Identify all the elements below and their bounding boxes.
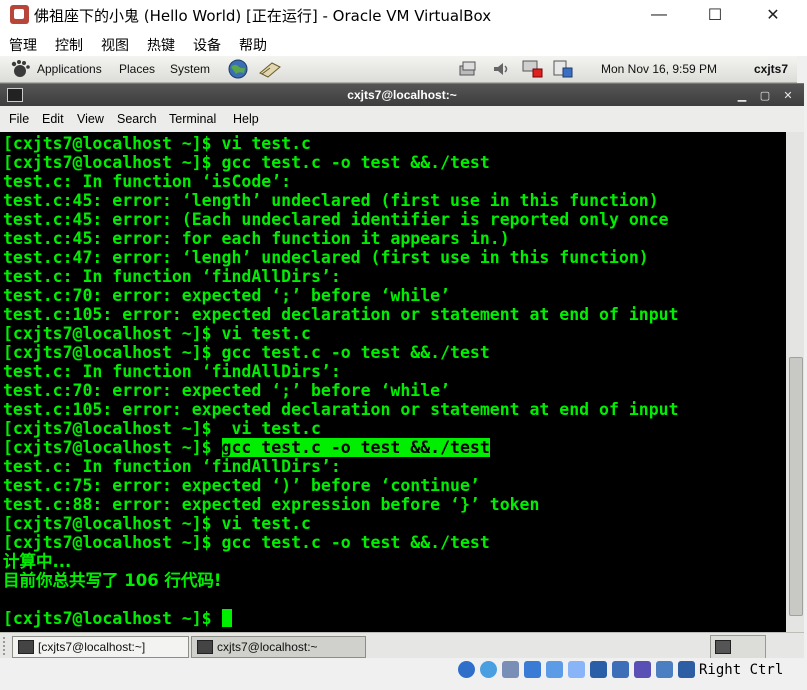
panel-applications[interactable]: Applications xyxy=(37,62,102,76)
terminal-output[interactable]: [cxjts7@localhost ~]$ vi test.c [cxjts7@… xyxy=(0,132,786,632)
terminal-icon xyxy=(18,640,34,654)
terminal-line: test.c:88: error: expected expression be… xyxy=(3,495,540,514)
update-notifier-icon[interactable] xyxy=(551,59,575,79)
terminal-menu-view[interactable]: View xyxy=(77,112,104,126)
terminal-title: cxjts7@localhost:~ xyxy=(347,88,457,102)
terminal-menu-bar: File Edit View Search Terminal Help xyxy=(0,106,804,133)
terminal-close-button[interactable]: ✕ xyxy=(781,88,795,102)
selected-command[interactable]: gcc test.c -o test &&./test xyxy=(221,438,490,457)
terminal-line: [cxjts7@localhost ~]$ vi test.c xyxy=(3,514,311,533)
terminal-menu-search[interactable]: Search xyxy=(117,112,157,126)
terminal-cursor xyxy=(222,609,232,627)
menu-manage[interactable]: 管理 xyxy=(9,35,37,55)
terminal-line: [cxjts7@localhost ~]$ gcc test.c -o test… xyxy=(3,153,490,172)
virtualbox-logo-icon xyxy=(10,5,29,24)
terminal-line: test.c: In function ‘isCode’: xyxy=(3,172,292,191)
panel-places[interactable]: Places xyxy=(119,62,155,76)
terminal-line: test.c:75: error: expected ‘)’ before ‘c… xyxy=(3,476,480,495)
terminal-line: [cxjts7@localhost ~]$ vi test.c xyxy=(3,134,311,153)
terminal-line: test.c:45: error: (Each undeclared ident… xyxy=(3,210,669,229)
taskbar-task-label: cxjts7@localhost:~ xyxy=(217,640,318,654)
host-key-label: Right Ctrl xyxy=(699,662,784,678)
terminal-line-highlighted: [cxjts7@localhost ~]$ gcc test.c -o test… xyxy=(3,438,490,457)
network-icon[interactable] xyxy=(458,60,480,78)
taskbar-task-2[interactable]: cxjts7@localhost:~ xyxy=(191,636,366,658)
browser-globe-icon[interactable] xyxy=(227,58,249,80)
mouse-integration-icon[interactable] xyxy=(656,661,673,678)
terminal-line: test.c:105: error: expected declaration … xyxy=(3,400,679,419)
terminal-line: 目前你总共写了 106 行代码! xyxy=(3,571,222,590)
menu-devices[interactable]: 设备 xyxy=(193,35,221,55)
vbox-status-bar: Right Ctrl xyxy=(0,658,807,690)
menu-hotkey[interactable]: 热键 xyxy=(147,35,175,55)
video-capture-icon[interactable] xyxy=(612,661,629,678)
terminal-line: [cxjts7@localhost ~]$ gcc test.c -o test… xyxy=(3,533,490,552)
terminal-menu-file[interactable]: File xyxy=(9,112,29,126)
terminal-line: test.c:45: error: ‘length’ undeclared (f… xyxy=(3,191,659,210)
text-editor-icon[interactable] xyxy=(258,59,282,79)
menu-view[interactable]: 视图 xyxy=(101,35,129,55)
taskbar-task-label: [cxjts7@localhost:~] xyxy=(38,640,146,654)
menu-help[interactable]: 帮助 xyxy=(239,35,267,55)
usb-icon[interactable] xyxy=(546,661,563,678)
audio-icon[interactable] xyxy=(502,661,519,678)
network-adapter-icon[interactable] xyxy=(524,661,541,678)
terminal-maximize-button[interactable]: ▢ xyxy=(758,88,772,102)
terminal-line: [cxjts7@localhost ~]$ vi test.c xyxy=(3,324,311,343)
terminal-line: [cxjts7@localhost ~]$ vi test.c xyxy=(3,419,321,438)
virtualization-icon[interactable] xyxy=(634,661,651,678)
terminal-line: 计算中... xyxy=(3,552,72,571)
terminal-title-bar[interactable]: cxjts7@localhost:~ ▁ ▢ ✕ xyxy=(0,83,804,107)
guest-taskbar: [cxjts7@localhost:~] cxjts7@localhost:~ xyxy=(0,632,804,659)
terminal-line: test.c:70: error: expected ‘;’ before ‘w… xyxy=(3,286,451,305)
panel-user[interactable]: cxjts7 xyxy=(754,62,788,76)
terminal-minimize-button[interactable]: ▁ xyxy=(735,88,749,102)
keyboard-capture-icon[interactable] xyxy=(678,661,695,678)
panel-clock[interactable]: Mon Nov 16, 9:59 PM xyxy=(601,62,717,76)
workspace-switcher[interactable] xyxy=(710,635,766,659)
terminal-line: test.c: In function ‘findAllDirs’: xyxy=(3,267,341,286)
maximize-button[interactable]: ☐ xyxy=(692,0,738,30)
host-menu-bar: 管理 控制 视图 热键 设备 帮助 xyxy=(0,30,807,56)
host-window-title: 佛祖座下的小鬼 (Hello World) [正在运行] - Oracle VM… xyxy=(34,7,492,25)
gnome-foot-icon xyxy=(11,60,30,77)
display-icon[interactable] xyxy=(590,661,607,678)
taskbar-handle[interactable] xyxy=(3,637,8,655)
terminal-menu-edit[interactable]: Edit xyxy=(42,112,64,126)
terminal-line: test.c: In function ‘findAllDirs’: xyxy=(3,362,341,381)
menu-control[interactable]: 控制 xyxy=(55,35,83,55)
shared-folders-icon[interactable] xyxy=(568,661,585,678)
terminal-menu-terminal[interactable]: Terminal xyxy=(169,112,216,126)
taskbar-task-1[interactable]: [cxjts7@localhost:~] xyxy=(12,636,189,658)
terminal-line: [cxjts7@localhost ~]$ gcc test.c -o test… xyxy=(3,343,490,362)
terminal-line: [cxjts7@localhost ~]$ xyxy=(3,609,222,628)
hard-disk-icon[interactable] xyxy=(458,661,475,678)
host-title-bar[interactable]: 佛祖座下的小鬼 (Hello World) [正在运行] - Oracle VM… xyxy=(0,0,807,30)
terminal-line: test.c:70: error: expected ‘;’ before ‘w… xyxy=(3,381,451,400)
terminal-menu-help[interactable]: Help xyxy=(233,112,259,126)
terminal-line: test.c:47: error: ‘lengh’ undeclared (fi… xyxy=(3,248,649,267)
network-disconnected-icon[interactable] xyxy=(521,59,545,79)
volume-icon[interactable] xyxy=(492,60,512,78)
scrollbar-thumb[interactable] xyxy=(789,357,803,616)
panel-system[interactable]: System xyxy=(170,62,210,76)
terminal-prompt: [cxjts7@localhost ~]$ xyxy=(3,438,222,457)
terminal-line: test.c:105: error: expected declaration … xyxy=(3,305,679,324)
optical-drive-icon[interactable] xyxy=(480,661,497,678)
guest-top-panel: Applications Places System Mon Nov 16, 9… xyxy=(0,56,797,83)
minimize-button[interactable]: — xyxy=(636,0,682,30)
terminal-icon xyxy=(197,640,213,654)
workspace-window-icon xyxy=(715,640,731,654)
close-button[interactable]: ✕ xyxy=(750,0,796,30)
terminal-line: test.c: In function ‘findAllDirs’: xyxy=(3,457,341,476)
terminal-line: test.c:45: error: for each function it a… xyxy=(3,229,510,248)
